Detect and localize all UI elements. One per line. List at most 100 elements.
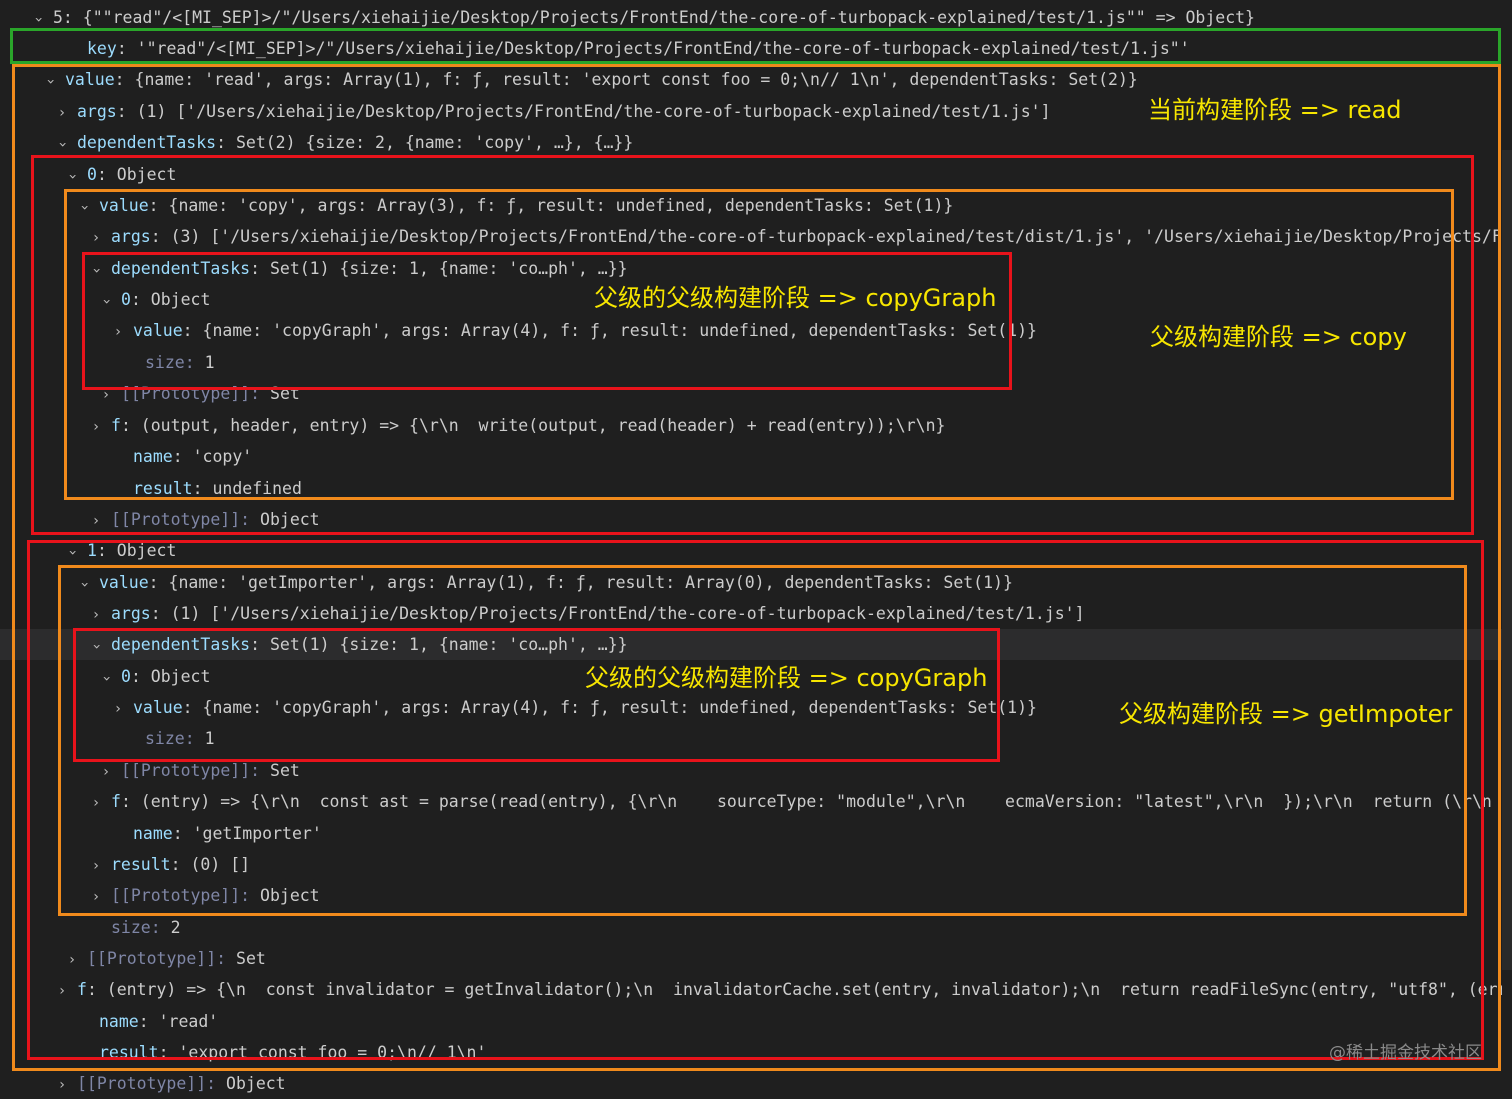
chevron-down-icon[interactable]: › [91,671,122,687]
internal-key: size [111,918,151,937]
property-key: name [133,447,173,466]
tree-row: ›name: 'copy' [133,447,253,466]
property-key: f [77,980,87,999]
property-key: dependentTasks [77,133,217,152]
chevron-down-icon[interactable]: › [57,169,88,185]
tree-row: ›key: '"read"/<[MI_SEP]>/"/Users/xiehaij… [87,39,1190,58]
tree-row[interactable]: › f: (entry) => {\n const invalidator = g… [0,974,1502,1005]
property-key: dependentTasks [111,635,251,654]
property-value: Object [140,667,211,686]
internal-key: [[Prototype]] [87,949,217,968]
property-value: Set(2) {size: 2, {name: 'copy', …}, {…}} [226,133,634,152]
chevron-right-icon[interactable]: › [88,600,104,629]
tree-row[interactable]: › 5: {""read"/<[MI_SEP]>/"/Users/xiehaiji… [0,2,1502,33]
internal-key: [[Prototype]] [111,510,241,529]
property-key: name [99,1012,139,1031]
internal-key: [[Prototype]] [121,761,251,780]
property-value: Set [260,384,300,403]
tree-row[interactable]: › value: {name: 'copy', args: Array(3), f… [0,190,1502,221]
property-key: args [111,604,151,623]
property-value: Object [250,886,320,905]
property-value: Object [250,510,320,529]
property-value: {name: 'copy', args: Array(3), f: ƒ, res… [158,196,954,215]
property-key: result [133,479,193,498]
internal-key: size [145,729,185,748]
chevron-right-icon[interactable]: › [98,757,114,786]
chevron-down-icon[interactable]: › [69,577,100,593]
property-value: 'copy' [182,447,253,466]
chevron-right-icon[interactable]: › [54,98,70,127]
note-parent-stage-getimporter: 父级构建阶段 => getImpoter [1119,700,1453,728]
property-key: f [111,416,121,435]
property-value: 2 [160,918,181,937]
property-key: args [77,102,117,121]
chevron-right-icon[interactable]: › [88,223,104,252]
property-value: {name: 'read', args: Array(1), f: ƒ, res… [124,70,1138,89]
tree-row[interactable]: › [[Prototype]]: Set [0,378,1502,409]
chevron-down-icon[interactable]: › [47,137,78,153]
property-key: result [111,855,171,874]
chevron-right-icon[interactable]: › [54,976,70,1005]
chevron-right-icon[interactable]: › [110,317,126,346]
property-key: name [133,824,173,843]
property-key: value [99,573,149,592]
chevron-down-icon[interactable]: › [23,12,54,28]
property-value: '"read"/<[MI_SEP]>/"/Users/xiehaijie/Des… [126,39,1190,58]
property-value: Set [226,949,266,968]
tree-row[interactable]: › [[Prototype]]: Set [0,755,1502,786]
tree-row[interactable]: › value: {name: 'getImporter', args: Arra… [0,567,1502,598]
property-value: (1) ['/Users/xiehaijie/Desktop/Projects/… [160,604,1085,623]
tree-row[interactable]: › result: (0) [] [0,849,1502,880]
tree-row[interactable]: › 1: Object [0,535,1502,566]
property-value: (0) [] [180,855,251,874]
note-parent-stage-copy: 父级构建阶段 => copy [1150,323,1407,351]
tree-row[interactable]: › [[Prototype]]: Object [0,880,1502,911]
property-value: {name: 'copyGraph', args: Array(4), f: ƒ… [192,698,1037,717]
property-value: (entry) => {\n const invalidator = getIn… [96,980,1502,999]
property-value: Object [140,290,211,309]
chevron-right-icon[interactable]: › [98,380,114,409]
note-current-stage: 当前构建阶段 => read [1148,96,1402,124]
chevron-right-icon[interactable]: › [88,788,104,817]
tree-row[interactable]: › [[Prototype]]: Object [0,504,1502,535]
internal-key: [[Prototype]] [77,1074,207,1093]
scrollbar[interactable] [1502,150,1512,970]
chevron-down-icon[interactable]: › [35,74,66,90]
chevron-down-icon[interactable]: › [81,639,112,655]
chevron-down-icon[interactable]: › [57,545,88,561]
tree-row[interactable]: › dependentTasks: Set(1) {size: 1, {name:… [0,629,1512,660]
property-value: 'export const foo = 0;\n// 1\n' [168,1043,487,1062]
property-key: 0 [87,165,97,184]
chevron-down-icon[interactable]: › [69,200,100,216]
tree-row[interactable]: › f: (entry) => {\r\n const ast = parse(r… [0,786,1502,817]
internal-key: [[Prototype]] [111,886,241,905]
chevron-right-icon[interactable]: › [64,945,80,974]
property-value: {name: 'getImporter', args: Array(1), f:… [158,573,1013,592]
chevron-right-icon[interactable]: › [88,412,104,441]
property-value: Object [106,165,177,184]
tree-row[interactable]: › 0: Object [0,159,1502,190]
chevron-right-icon[interactable]: › [54,1070,70,1099]
property-key: f [111,792,121,811]
tree-row[interactable]: › args: (1) ['/Users/xiehaijie/Desktop/Pr… [0,598,1502,629]
property-value: undefined [202,479,302,498]
tree-row[interactable]: › f: (output, header, entry) => {\r\n wri… [0,410,1502,441]
property-key: 0 [121,667,131,686]
property-key: 1 [87,541,97,560]
chevron-right-icon[interactable]: › [88,882,104,911]
tree-row[interactable]: › [[Prototype]]: Set [0,943,1502,974]
tree-row[interactable]: › [[Prototype]]: Object [0,1068,1502,1099]
chevron-right-icon[interactable]: › [88,506,104,535]
internal-key: [[Prototype]] [121,384,251,403]
chevron-right-icon[interactable]: › [110,694,126,723]
property-key: dependentTasks [111,259,251,278]
tree-row[interactable]: › args: (3) ['/Users/xiehaijie/Desktop/Pr… [0,221,1502,252]
chevron-right-icon[interactable]: › [88,851,104,880]
tree-row: ›name: 'getImporter' [133,824,322,843]
tree-row[interactable]: › dependentTasks: Set(2) {size: 2, {name:… [0,127,1502,158]
chevron-down-icon[interactable]: › [81,263,112,279]
property-key: 0 [121,290,131,309]
note-parent-parent-stage-2: 父级的父级构建阶段 => copyGraph [585,664,988,692]
chevron-down-icon[interactable]: › [91,294,122,310]
property-key: key [87,39,117,58]
